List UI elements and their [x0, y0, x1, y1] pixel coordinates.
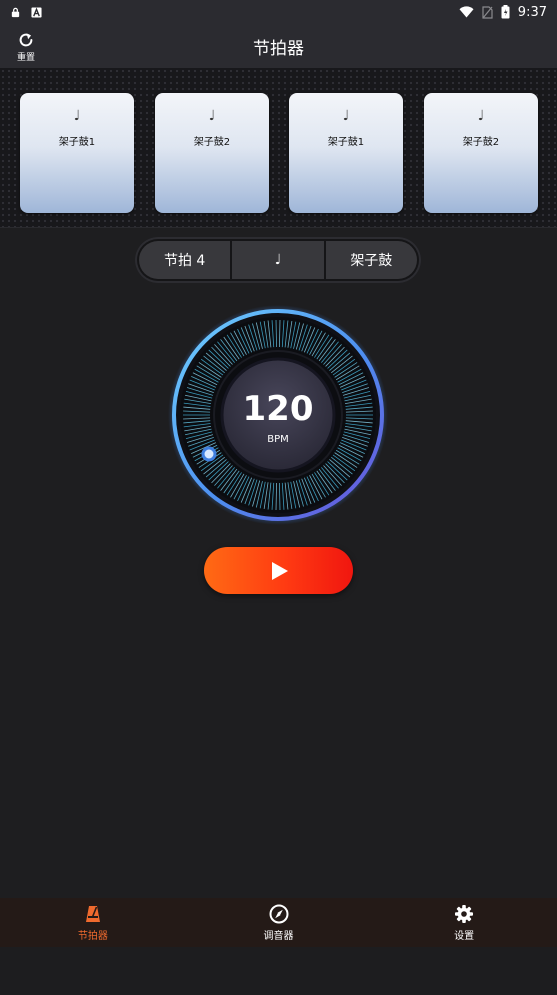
dial-tick — [279, 320, 281, 348]
drum-pad-3[interactable]: ♩ 架子鼓1 — [289, 93, 403, 213]
bottom-nav: 节拍器 调音器 设置 — [0, 898, 557, 947]
drum-pad-4[interactable]: ♩ 架子鼓2 — [424, 93, 538, 213]
settings-icon — [455, 904, 474, 923]
nav-label: 节拍器 — [77, 930, 108, 942]
pad-label: 架子鼓1 — [58, 137, 96, 148]
battery-icon — [501, 5, 510, 19]
bpm-unit: BPM — [267, 434, 289, 445]
wifi-icon — [459, 6, 474, 18]
note-icon: ♩ — [477, 108, 485, 124]
play-button[interactable] — [204, 547, 353, 594]
note-icon: ♩ — [342, 108, 350, 124]
drum-pad-2[interactable]: ♩ 架子鼓2 — [155, 93, 269, 213]
dial-tick — [279, 482, 281, 510]
text-a-icon — [31, 6, 42, 18]
dial-handle[interactable] — [201, 446, 217, 462]
dial-tick — [275, 320, 277, 348]
page-title: 节拍器 — [253, 38, 304, 59]
app-bar: 重置 节拍器 — [0, 24, 557, 68]
reset-icon — [19, 33, 33, 47]
drum-pad-area: ♩ 架子鼓1 ♩ 架子鼓2 ♩ 架子鼓1 ♩ 架子鼓2 — [0, 68, 557, 228]
note-icon: ♩ — [73, 108, 81, 124]
note-icon: ♩ — [208, 108, 216, 124]
nav-label: 设置 — [454, 930, 475, 942]
reset-button[interactable]: 重置 — [10, 28, 42, 66]
no-sim-icon — [482, 5, 493, 19]
tuner-icon — [269, 904, 288, 923]
status-time: 9:37 — [517, 4, 547, 20]
pad-label: 架子鼓2 — [462, 137, 500, 148]
beat-settings-segment: 节拍 4 ♩ 架子鼓 — [135, 237, 421, 283]
tempo-dial[interactable]: 120 BPM — [168, 305, 388, 525]
sound-select-button[interactable]: 架子鼓 — [325, 241, 417, 279]
metronome-screen: 9:37 重置 节拍器 ♩ 架子鼓1 ♩ 架子鼓2 ♩ 架子鼓1 ♩ 架子鼓2 — [0, 0, 557, 947]
metronome-icon — [85, 905, 100, 922]
dial-tick — [275, 482, 277, 510]
nav-metronome[interactable]: 节拍器 — [0, 898, 186, 947]
play-icon — [271, 561, 288, 580]
nav-settings[interactable]: 设置 — [371, 898, 557, 947]
note-value-button[interactable]: ♩ — [232, 241, 324, 279]
drum-pad-1[interactable]: ♩ 架子鼓1 — [20, 93, 134, 213]
nav-tuner[interactable]: 调音器 — [186, 898, 372, 947]
reset-label: 重置 — [16, 53, 35, 63]
lock-icon — [11, 7, 20, 17]
status-bar: 9:37 — [0, 0, 557, 24]
nav-label: 调音器 — [263, 930, 294, 942]
pad-label: 架子鼓2 — [193, 137, 231, 148]
pad-label: 架子鼓1 — [327, 137, 365, 148]
beat-count-button[interactable]: 节拍 4 — [139, 241, 231, 279]
bpm-value: 120 — [242, 389, 314, 429]
